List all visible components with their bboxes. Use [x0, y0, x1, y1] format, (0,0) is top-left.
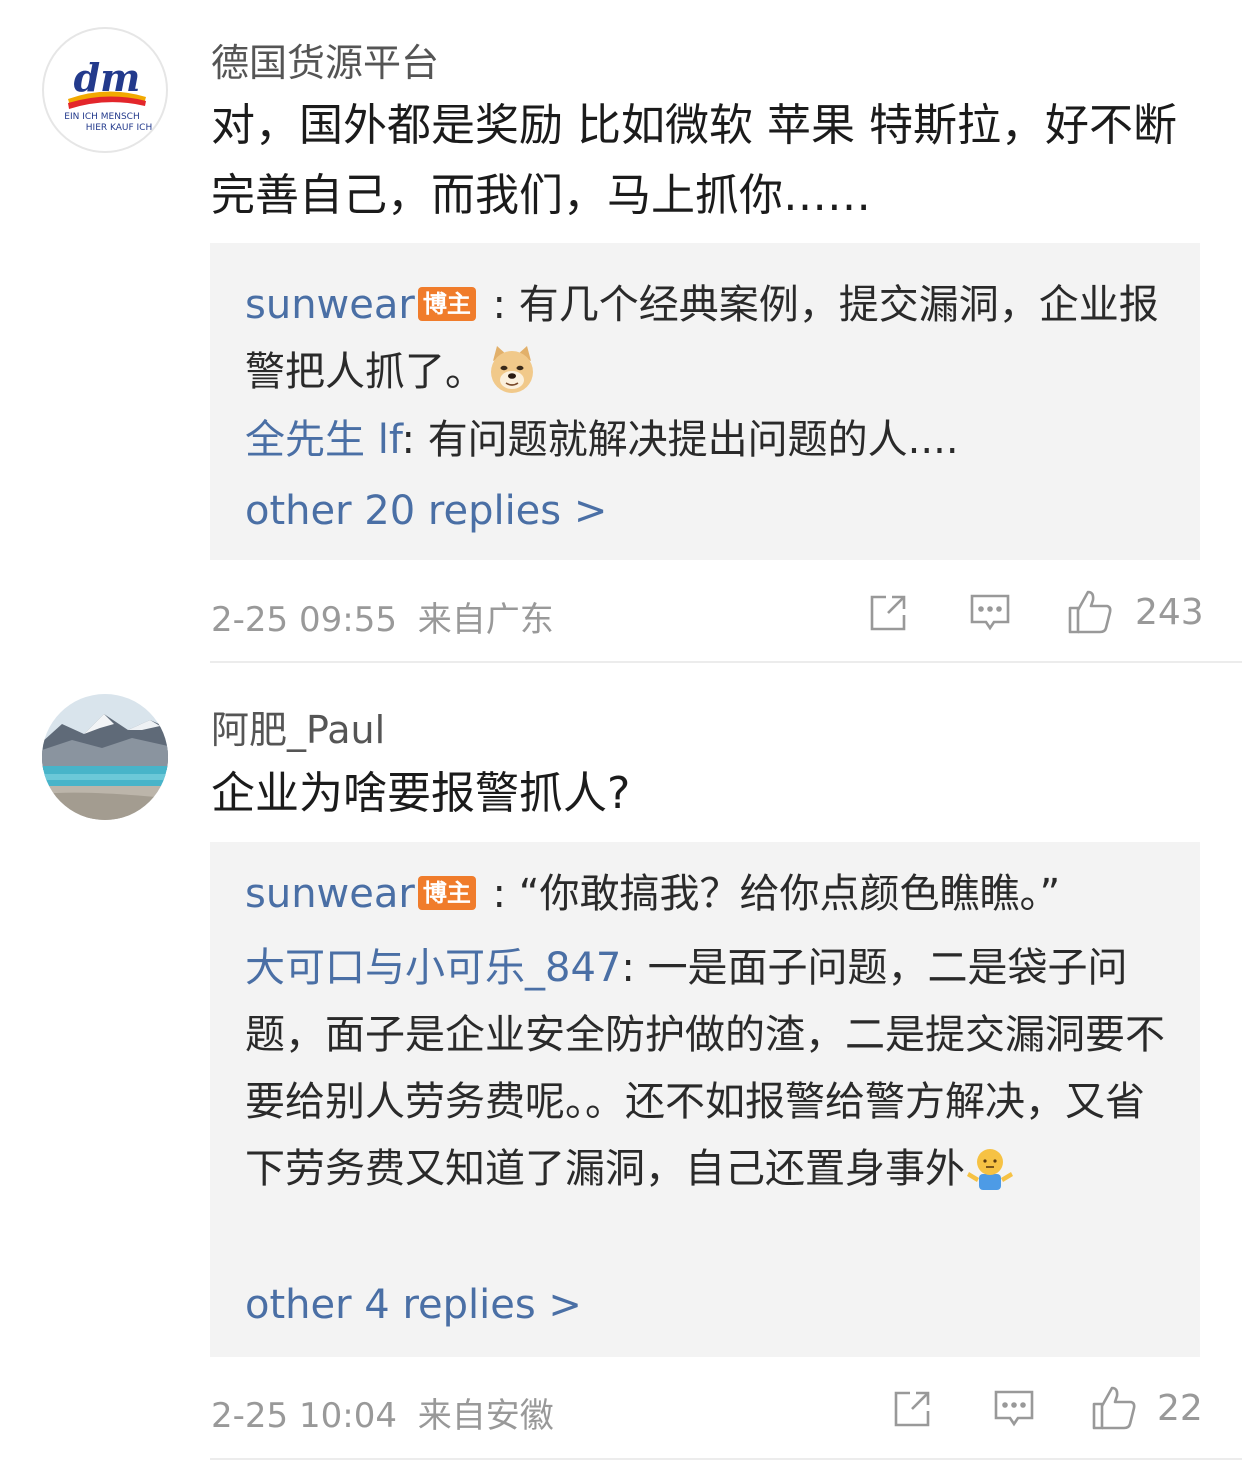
reply-box[interactable]: sunwear 博主 : “你敢搞我？给你点颜色瞧瞧。” 大可口与小可乐_847:…	[210, 842, 1200, 1357]
landscape-avatar-icon	[42, 694, 168, 820]
like-count: 22	[1157, 1388, 1203, 1429]
comment-icon	[994, 1390, 1034, 1427]
like-button[interactable]	[1090, 1384, 1138, 1436]
avatar[interactable]	[42, 694, 168, 820]
reply-item: sunwear 博主 : “你敢搞我？给你点颜色瞧瞧。”	[245, 861, 1165, 928]
divider	[210, 1458, 1242, 1460]
reply-separator: :	[479, 871, 519, 917]
timestamp: 2-25 10:04	[211, 1396, 397, 1436]
thumbs-up-icon	[1092, 1386, 1136, 1430]
shrug-emoji-icon	[965, 1144, 1015, 1215]
comment-text: 企业为啥要报警抓人?	[211, 768, 631, 819]
more-replies-link[interactable]: other 4 replies >	[245, 1282, 582, 1328]
reply-username[interactable]: sunwear	[245, 871, 415, 917]
reply-item: 大可口与小可乐_847: 一是面子问题，二是袋子问题，面子是企业安全防护做的渣，…	[245, 935, 1165, 1215]
comment-card: 阿肥_Paul 企业为啥要报警抓人? sunwear 博主 : “你敢搞我？给你点…	[0, 0, 1242, 1463]
comment-button[interactable]	[992, 1386, 1036, 1434]
share-button[interactable]	[890, 1387, 934, 1435]
author-badge: 博主	[417, 876, 476, 910]
reply-text: “你敢搞我？给你点颜色瞧瞧。”	[518, 871, 1061, 917]
reply-separator: :	[621, 945, 648, 991]
comment-meta: 2-25 10:04 来自安徽	[211, 1388, 554, 1437]
location: 来自安徽	[417, 1396, 554, 1436]
username[interactable]: 阿肥_Paul	[211, 699, 385, 754]
share-icon	[894, 1391, 930, 1427]
reply-username[interactable]: 大可口与小可乐_847	[245, 945, 621, 991]
